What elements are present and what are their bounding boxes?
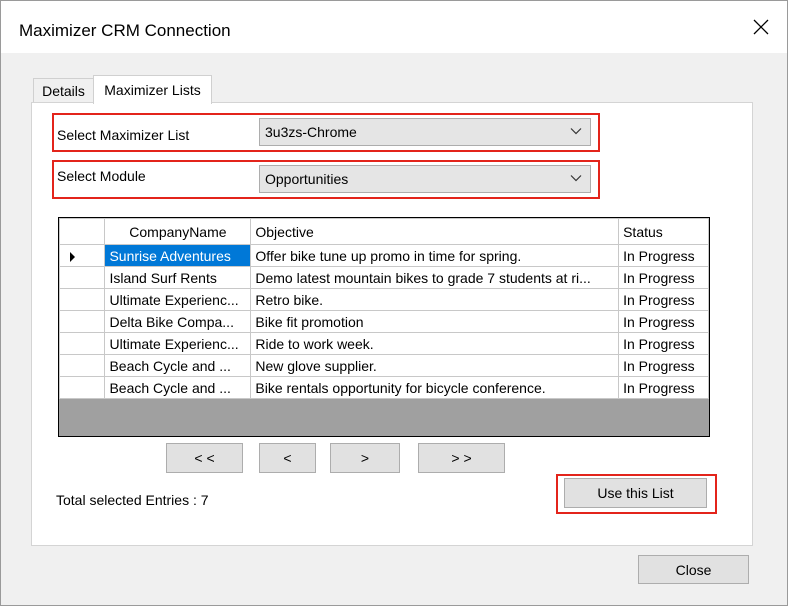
list-select-label: Select Maximizer List [57, 127, 190, 143]
table-row[interactable]: Island Surf Rents Demo latest mountain b… [59, 266, 709, 289]
list-select-value: 3u3zs-Chrome [265, 124, 357, 140]
company-cell[interactable]: Beach Cycle and ... [104, 376, 252, 399]
row-header[interactable] [59, 354, 106, 377]
close-button[interactable]: Close [638, 555, 749, 584]
tab-details[interactable]: Details [33, 78, 94, 103]
row-header[interactable] [59, 244, 106, 267]
status-cell[interactable]: In Progress [618, 266, 709, 289]
dialog-window: Maximizer CRM Connection Details Maximiz… [0, 0, 788, 606]
first-page-button[interactable]: < < [166, 443, 243, 473]
entries-table: CompanyName Objective Status Sunrise Adv… [59, 218, 709, 399]
module-select-label: Select Module [57, 168, 146, 184]
window-title: Maximizer CRM Connection [19, 21, 231, 40]
entries-grid[interactable]: CompanyName Objective Status Sunrise Adv… [58, 217, 710, 437]
module-select-value: Opportunities [265, 171, 349, 187]
objective-cell[interactable]: Ride to work week. [250, 332, 620, 355]
status-cell[interactable]: In Progress [618, 310, 709, 333]
module-select-dropdown[interactable]: Opportunities [259, 165, 591, 193]
table-row[interactable]: Beach Cycle and ... Bike rentals opportu… [59, 376, 709, 399]
company-cell[interactable]: Beach Cycle and ... [104, 354, 252, 377]
next-page-button[interactable]: > [330, 443, 400, 473]
row-header[interactable] [59, 266, 106, 289]
list-select-dropdown[interactable]: 3u3zs-Chrome [259, 118, 591, 146]
total-selected-entries: Total selected Entries : 7 [56, 492, 209, 508]
objective-cell[interactable]: New glove supplier. [250, 354, 620, 377]
objective-cell[interactable]: Retro bike. [250, 288, 620, 311]
previous-page-button[interactable]: < [259, 443, 316, 473]
status-cell[interactable]: In Progress [618, 376, 709, 399]
tab-details-label: Details [42, 83, 85, 99]
table-row[interactable]: Ultimate Experienc... Ride to work week.… [59, 332, 709, 355]
objective-cell[interactable]: Offer bike tune up promo in time for spr… [250, 244, 620, 267]
row-header[interactable] [59, 332, 106, 355]
status-cell[interactable]: In Progress [618, 288, 709, 311]
chevron-down-icon [570, 175, 582, 182]
company-cell[interactable]: Ultimate Experienc... [104, 332, 252, 355]
close-icon[interactable] [735, 1, 787, 53]
table-row[interactable]: Delta Bike Compa... Bike fit promotion I… [59, 310, 709, 333]
current-row-arrow-icon [70, 252, 75, 262]
title-bar: Maximizer CRM Connection [1, 1, 787, 53]
last-page-button[interactable]: > > [418, 443, 505, 473]
objective-cell[interactable]: Demo latest mountain bikes to grade 7 st… [250, 266, 620, 289]
column-header-objective[interactable]: Objective [250, 218, 620, 245]
status-cell[interactable]: In Progress [618, 244, 709, 267]
grid-header-row: CompanyName Objective Status [59, 218, 709, 245]
tab-maximizer-lists-label: Maximizer Lists [104, 82, 201, 98]
row-header[interactable] [59, 376, 106, 399]
status-cell[interactable]: In Progress [618, 354, 709, 377]
company-cell[interactable]: Island Surf Rents [104, 266, 252, 289]
table-row[interactable]: Sunrise Adventures Offer bike tune up pr… [59, 244, 709, 267]
tab-maximizer-lists[interactable]: Maximizer Lists [93, 75, 212, 104]
row-header[interactable] [59, 288, 106, 311]
column-header-status[interactable]: Status [618, 218, 709, 245]
row-header[interactable] [59, 310, 106, 333]
status-cell[interactable]: In Progress [618, 332, 709, 355]
table-row[interactable]: Beach Cycle and ... New glove supplier. … [59, 354, 709, 377]
company-cell[interactable]: Sunrise Adventures [104, 244, 252, 267]
company-cell[interactable]: Delta Bike Compa... [104, 310, 252, 333]
table-row[interactable]: Ultimate Experienc... Retro bike. In Pro… [59, 288, 709, 311]
objective-cell[interactable]: Bike fit promotion [250, 310, 620, 333]
objective-cell[interactable]: Bike rentals opportunity for bicycle con… [250, 376, 620, 399]
grid-corner [59, 218, 106, 245]
use-this-list-button[interactable]: Use this List [564, 478, 707, 508]
company-cell[interactable]: Ultimate Experienc... [104, 288, 252, 311]
chevron-down-icon [570, 128, 582, 135]
column-header-company[interactable]: CompanyName [104, 218, 252, 245]
